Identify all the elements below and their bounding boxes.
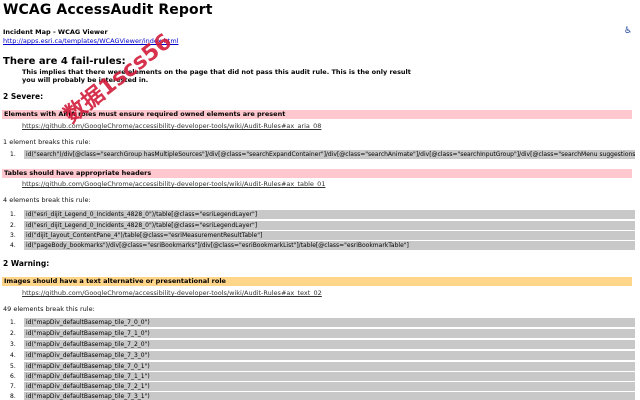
list-item: 4. id("pageBody_bookmarks")/div[@class="… (10, 241, 635, 250)
summary-description: This implies that there were elements on… (22, 68, 411, 76)
list-item: 1. id("search")/div[@class="searchGroup … (10, 150, 635, 159)
list-item: 7. id("mapDiv_defaultBasemap_tile_7_2_1"… (10, 382, 635, 391)
warning-rule-1-title: Images should have a text alternative or… (2, 277, 632, 286)
element-path: id("dijit_layout_ContentPane_4")/table[@… (24, 231, 635, 240)
list-number: 3. (10, 341, 16, 348)
severe-rule-2-link[interactable]: https://github.com/GoogleChrome/accessib… (22, 180, 325, 188)
list-item: 2. id("esri_dijit_Legend_0_Incidents_482… (10, 221, 635, 230)
element-path: id("mapDiv_defaultBasemap_tile_7_0_0") (24, 318, 635, 327)
warning-rule-1-count: 49 elements break this rule: (3, 305, 95, 313)
severe-rule-1-link[interactable]: https://github.com/GoogleChrome/accessib… (22, 122, 321, 130)
element-path: id("mapDiv_defaultBasemap_tile_7_0_1") (24, 362, 635, 371)
list-number: 1. (10, 211, 16, 218)
severe-heading: 2 Severe: (3, 92, 44, 101)
warning-rule-1-link[interactable]: https://github.com/GoogleChrome/accessib… (22, 289, 322, 297)
element-path: id("esri_dijit_Legend_0_Incidents_4828_0… (24, 221, 635, 230)
list-item: 1. id("mapDiv_defaultBasemap_tile_7_0_0"… (10, 318, 635, 327)
element-path: id("pageBody_bookmarks")/div[@class="esr… (24, 241, 635, 250)
list-number: 2. (10, 222, 16, 229)
list-number: 1. (10, 151, 16, 158)
severe-rule-1-count: 1 element breaks this rule: (3, 138, 91, 146)
accessibility-icon: ♿ (624, 26, 633, 36)
element-path: id("mapDiv_defaultBasemap_tile_7_3_0") (24, 351, 635, 360)
element-path: id("mapDiv_defaultBasemap_tile_7_2_0") (24, 340, 635, 349)
list-number: 4. (10, 242, 16, 249)
list-number: 5. (10, 363, 16, 370)
element-path: id("esri_dijit_Legend_0_Incidents_4828_0… (24, 210, 635, 219)
page-title: WCAG AccessAudit Report (3, 2, 213, 18)
list-number: 7. (10, 383, 16, 390)
list-number: 8. (10, 393, 16, 400)
severe-rule-2-count: 4 elements break this rule: (3, 196, 91, 204)
list-item: 4. id("mapDiv_defaultBasemap_tile_7_3_0"… (10, 351, 635, 360)
list-item: 2. id("mapDiv_defaultBasemap_tile_7_1_0"… (10, 329, 635, 338)
element-path: id("search")/div[@class="searchGroup has… (24, 150, 635, 159)
element-path: id("mapDiv_defaultBasemap_tile_7_1_0") (24, 329, 635, 338)
list-number: 4. (10, 352, 16, 359)
list-item: 1. id("esri_dijit_Legend_0_Incidents_482… (10, 210, 635, 219)
element-path: id("mapDiv_defaultBasemap_tile_7_3_1") (24, 392, 635, 400)
severe-rule-2-title: Tables should have appropriate headers (2, 169, 632, 178)
list-number: 1. (10, 319, 16, 326)
list-number: 6. (10, 373, 16, 380)
list-number: 2. (10, 330, 16, 337)
list-item: 5. id("mapDiv_defaultBasemap_tile_7_0_1"… (10, 362, 635, 371)
element-path: id("mapDiv_defaultBasemap_tile_7_1_1") (24, 372, 635, 381)
warning-heading: 2 Warning: (3, 259, 50, 268)
list-item: 3. id("mapDiv_defaultBasemap_tile_7_2_0"… (10, 340, 635, 349)
list-item: 6. id("mapDiv_defaultBasemap_tile_7_1_1"… (10, 372, 635, 381)
page-subtitle: Incident Map - WCAG Viewer (3, 28, 108, 36)
list-number: 3. (10, 232, 16, 239)
element-path: id("mapDiv_defaultBasemap_tile_7_2_1") (24, 382, 635, 391)
list-item: 3. id("dijit_layout_ContentPane_4")/tabl… (10, 231, 635, 240)
list-item: 8. id("mapDiv_defaultBasemap_tile_7_3_1"… (10, 392, 635, 400)
audit-report: WCAG AccessAudit Report Incident Map - W… (0, 0, 640, 400)
